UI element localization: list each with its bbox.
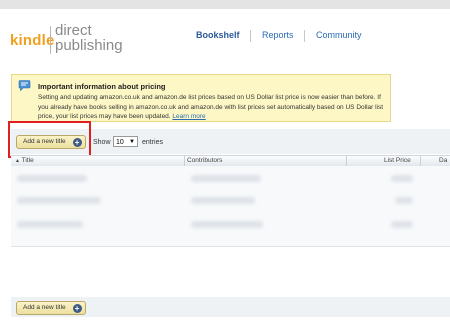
nav-community[interactable]: Community — [316, 30, 362, 40]
logo-divider — [50, 26, 51, 54]
nav-reports[interactable]: Reports — [262, 30, 294, 40]
table-bottom-border — [11, 246, 450, 247]
blurred-contributor — [191, 175, 261, 182]
column-title-label: Title — [21, 157, 34, 164]
column-contributors[interactable]: Contributors — [187, 157, 222, 164]
blurred-price — [395, 197, 413, 204]
book-table-body — [11, 166, 450, 246]
notice-body: Setting and updating amazon.co.uk and am… — [38, 93, 388, 122]
show-label: Show — [93, 139, 111, 146]
add-new-title-button-bottom[interactable]: Add a new title + — [16, 301, 86, 315]
column-divider — [184, 156, 185, 166]
table-row[interactable] — [11, 192, 450, 210]
logo-kindle-text: kindle — [10, 32, 55, 49]
blurred-price — [391, 175, 413, 182]
blurred-title — [17, 221, 83, 228]
sort-asc-icon: ▲ — [15, 158, 20, 164]
blurred-title — [17, 175, 87, 182]
entries-label: entries — [142, 139, 164, 146]
nav-divider — [250, 30, 251, 42]
notice-title: Important information about pricing — [38, 82, 166, 91]
table-row[interactable] — [11, 170, 450, 188]
entries-select-value: 10 — [116, 139, 124, 146]
column-divider — [346, 156, 347, 166]
plus-circle-icon: + — [72, 303, 82, 313]
pricing-notice: Important information about pricing Sett… — [11, 74, 391, 122]
speech-bubble-icon — [18, 80, 31, 92]
notice-text: Setting and updating amazon.co.uk and am… — [38, 94, 384, 120]
chevron-down-icon: ▼ — [129, 139, 135, 145]
blurred-price — [391, 221, 413, 228]
blurred-title — [17, 197, 101, 204]
table-row[interactable] — [11, 216, 450, 234]
top-strip — [0, 0, 450, 9]
logo-publishing-text: publishing — [55, 37, 123, 54]
column-divider — [420, 156, 421, 166]
column-title[interactable]: ▲ Title — [15, 157, 34, 164]
add-new-title-label: Add a new title — [23, 304, 66, 311]
blurred-contributor — [191, 197, 255, 204]
highlight-box — [8, 121, 91, 158]
learn-more-link[interactable]: Learn more — [172, 113, 205, 120]
column-list-price[interactable]: List Price — [384, 157, 411, 164]
nav-bookshelf[interactable]: Bookshelf — [196, 30, 240, 40]
column-date[interactable]: Da — [439, 157, 447, 164]
entries-select[interactable]: 10 ▼ — [113, 136, 138, 147]
logo-direct-text: direct — [55, 22, 92, 39]
nav-divider — [304, 30, 305, 42]
blurred-contributor — [191, 221, 263, 228]
